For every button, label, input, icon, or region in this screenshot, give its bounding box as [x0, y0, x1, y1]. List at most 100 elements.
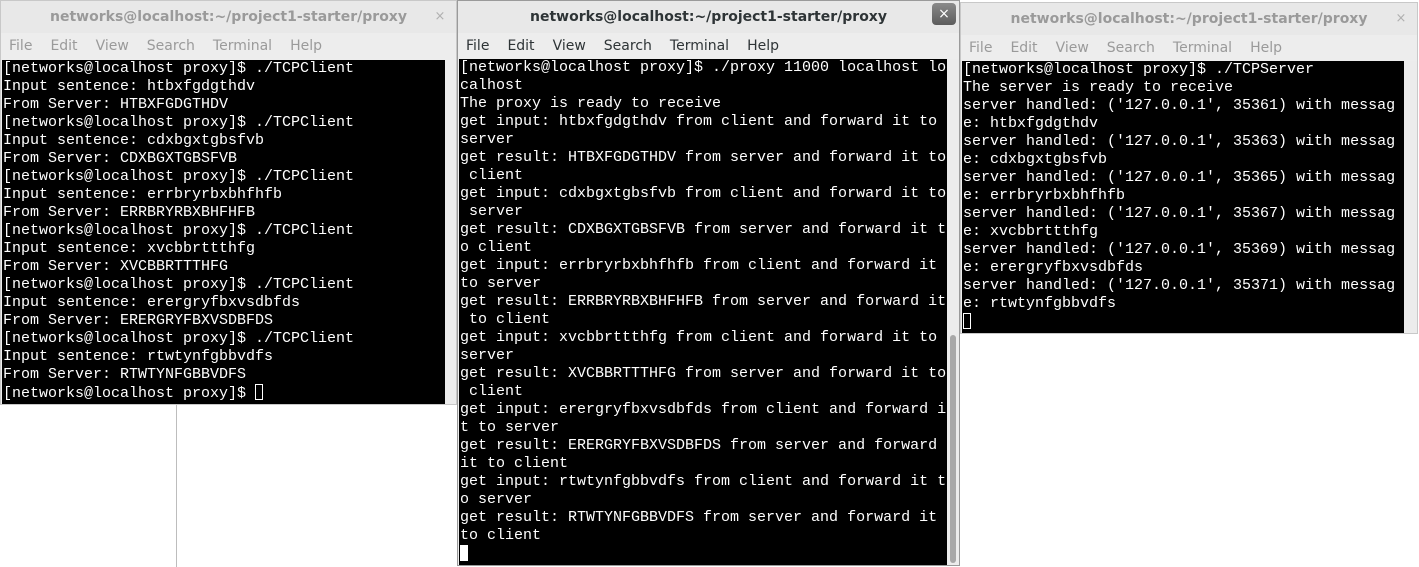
terminal-line: From Server: CDXBGXTGBSFVB	[3, 150, 238, 167]
close-icon[interactable]: ×	[430, 7, 450, 27]
terminal-line: server handled: ('127.0.0.1', 35371) wit…	[963, 277, 1396, 294]
menu-terminal[interactable]: Terminal	[204, 38, 281, 54]
menu-help[interactable]: Help	[1241, 40, 1291, 56]
terminal-line: get result: ERRBRYRBXBHFHFB from server …	[460, 293, 947, 310]
terminal-line: o server	[460, 491, 533, 508]
menu-help[interactable]: Help	[281, 38, 331, 54]
menu-terminal[interactable]: Terminal	[1164, 40, 1241, 56]
terminal-line: calhost	[460, 77, 524, 94]
terminal-line: e: htbxfgdgthdv	[963, 115, 1099, 132]
menu-search[interactable]: Search	[595, 38, 661, 54]
terminal-line: server	[460, 203, 524, 220]
terminal-line: The server is ready to receive	[963, 79, 1234, 96]
terminal-line: to server	[460, 275, 542, 292]
menu-file[interactable]: File	[458, 38, 498, 54]
terminal-window-server[interactable]: networks@localhost:~/project1-starter/pr…	[960, 2, 1418, 334]
menu-terminal[interactable]: Terminal	[661, 38, 738, 54]
menu-view[interactable]: View	[544, 38, 595, 54]
terminal-line: From Server: RTWTYNFGBBVDFS	[3, 366, 247, 383]
terminal-line: get input: rtwtynfgbbvdfs from client an…	[460, 473, 947, 490]
menu-file[interactable]: File	[961, 40, 1001, 56]
terminal-line: get result: CDXBGXTGBSFVB from server an…	[460, 221, 947, 238]
terminal-line: From Server: XVCBBRTTTHFG	[3, 258, 229, 275]
scrollbar[interactable]	[1404, 61, 1417, 333]
terminal-line: [networks@localhost proxy]$ ./proxy 1100…	[460, 59, 947, 76]
prompt-text: [networks@localhost proxy]$	[3, 385, 256, 402]
terminal-output[interactable]: [networks@localhost proxy]$ ./TCPClient I…	[2, 60, 446, 404]
menu-file[interactable]: File	[1, 38, 41, 54]
scrollbar[interactable]	[445, 60, 456, 404]
menu-edit[interactable]: Edit	[1001, 40, 1046, 56]
terminal-line: server	[460, 347, 515, 364]
terminal-line: to client	[460, 311, 551, 328]
window-titlebar[interactable]: networks@localhost:~/project1-starter/pr…	[961, 3, 1417, 35]
terminal-line: server handled: ('127.0.0.1', 35365) wit…	[963, 169, 1396, 186]
terminal-line: e: errbryrbxbhfhfb	[963, 187, 1126, 204]
terminal-line: From Server: HTBXFGDGTHDV	[3, 96, 229, 113]
terminal-line: server handled: ('127.0.0.1', 35367) wit…	[963, 205, 1396, 222]
terminal-line: Input sentence: errbryrbxbhfhfb	[3, 186, 283, 203]
terminal-line: Input sentence: erergryfbxvsdbfds	[3, 294, 301, 311]
terminal-line: [networks@localhost proxy]$ ./TCPClient	[3, 60, 355, 77]
close-icon[interactable]: ×	[1391, 9, 1411, 29]
terminal-line: Input sentence: xvcbbrttthfg	[3, 240, 256, 257]
terminal-cursor	[255, 384, 264, 400]
background-divider	[176, 403, 177, 567]
menu-view[interactable]: View	[87, 38, 138, 54]
terminal-line: get input: errbryrbxbhfhfb from client a…	[460, 257, 938, 274]
terminal-line: e: cdxbgxtgbsfvb	[963, 151, 1108, 168]
terminal-line: From Server: ERERGRYFBXVSDBFDS	[3, 312, 274, 329]
scrollbar[interactable]	[947, 59, 959, 565]
close-icon[interactable]: ×	[932, 3, 956, 25]
terminal-window-client[interactable]: networks@localhost:~/project1-starter/pr…	[0, 0, 457, 405]
terminal-line: get input: erergryfbxvsdbfds from client…	[460, 401, 947, 418]
terminal-line: e: rtwtynfgbbvdfs	[963, 295, 1117, 312]
terminal-line: to client	[460, 527, 542, 544]
menu-edit[interactable]: Edit	[498, 38, 543, 54]
scrollbar-thumb[interactable]	[950, 335, 956, 563]
terminal-cursor	[963, 313, 971, 329]
menu-edit[interactable]: Edit	[41, 38, 86, 54]
window-title: networks@localhost:~/project1-starter/pr…	[530, 9, 887, 25]
terminal-line: get result: XVCBBRTTTHFG from server and…	[460, 365, 947, 382]
prompt-line	[460, 545, 948, 563]
terminal-line: client	[460, 167, 524, 184]
terminal-line: e: erergryfbxvsdbfds	[963, 259, 1144, 276]
terminal-line: server handled: ('127.0.0.1', 35363) wit…	[963, 133, 1396, 150]
terminal-line: [networks@localhost proxy]$ ./TCPServer	[963, 61, 1315, 78]
terminal-line: From Server: ERRBRYRBXBHFHFB	[3, 204, 256, 221]
window-title: networks@localhost:~/project1-starter/pr…	[1010, 11, 1368, 27]
menu-search[interactable]: Search	[1098, 40, 1164, 56]
window-titlebar[interactable]: networks@localhost:~/project1-starter/pr…	[458, 1, 959, 33]
terminal-line: it to client	[460, 455, 569, 472]
terminal-line: Input sentence: rtwtynfgbbvdfs	[3, 348, 274, 365]
terminal-line: [networks@localhost proxy]$ ./TCPClient	[3, 114, 355, 131]
terminal-lines: [networks@localhost proxy]$ ./TCPServer T…	[963, 61, 1405, 313]
prompt-line: [networks@localhost proxy]$	[3, 384, 446, 402]
terminal-lines: [networks@localhost proxy]$ ./TCPClient I…	[3, 60, 446, 384]
terminal-line: get input: xvcbbrttthfg from client and …	[460, 329, 938, 346]
menu-bar: File Edit View Search Terminal Help	[961, 36, 1417, 60]
window-title: networks@localhost:~/project1-starter/pr…	[50, 9, 407, 25]
terminal-output[interactable]: [networks@localhost proxy]$ ./TCPServer T…	[962, 61, 1405, 333]
terminal-line: [networks@localhost proxy]$ ./TCPClient	[3, 222, 355, 239]
menu-view[interactable]: View	[1047, 40, 1098, 56]
terminal-lines: [networks@localhost proxy]$ ./proxy 1100…	[460, 59, 948, 545]
desktop: networks@localhost:~/project1-starter/pr…	[0, 0, 1419, 567]
terminal-line: Input sentence: htbxfgdgthdv	[3, 78, 256, 95]
window-titlebar[interactable]: networks@localhost:~/project1-starter/pr…	[1, 1, 456, 33]
terminal-line: o client	[460, 239, 533, 256]
menu-help[interactable]: Help	[738, 38, 788, 54]
terminal-output[interactable]: [networks@localhost proxy]$ ./proxy 1100…	[459, 59, 948, 565]
terminal-line: e: xvcbbrttthfg	[963, 223, 1099, 240]
terminal-line: server handled: ('127.0.0.1', 35361) wit…	[963, 97, 1396, 114]
terminal-line: server handled: ('127.0.0.1', 35369) wit…	[963, 241, 1396, 258]
terminal-line: Input sentence: cdxbgxtgbsfvb	[3, 132, 265, 149]
menu-search[interactable]: Search	[138, 38, 204, 54]
terminal-window-proxy[interactable]: networks@localhost:~/project1-starter/pr…	[457, 0, 960, 566]
terminal-line: get result: HTBXFGDGTHDV from server and…	[460, 149, 947, 166]
prompt-line	[963, 313, 1405, 331]
terminal-line: [networks@localhost proxy]$ ./TCPClient	[3, 168, 355, 185]
terminal-line: The proxy is ready to receive	[460, 95, 722, 112]
terminal-cursor	[460, 545, 468, 561]
